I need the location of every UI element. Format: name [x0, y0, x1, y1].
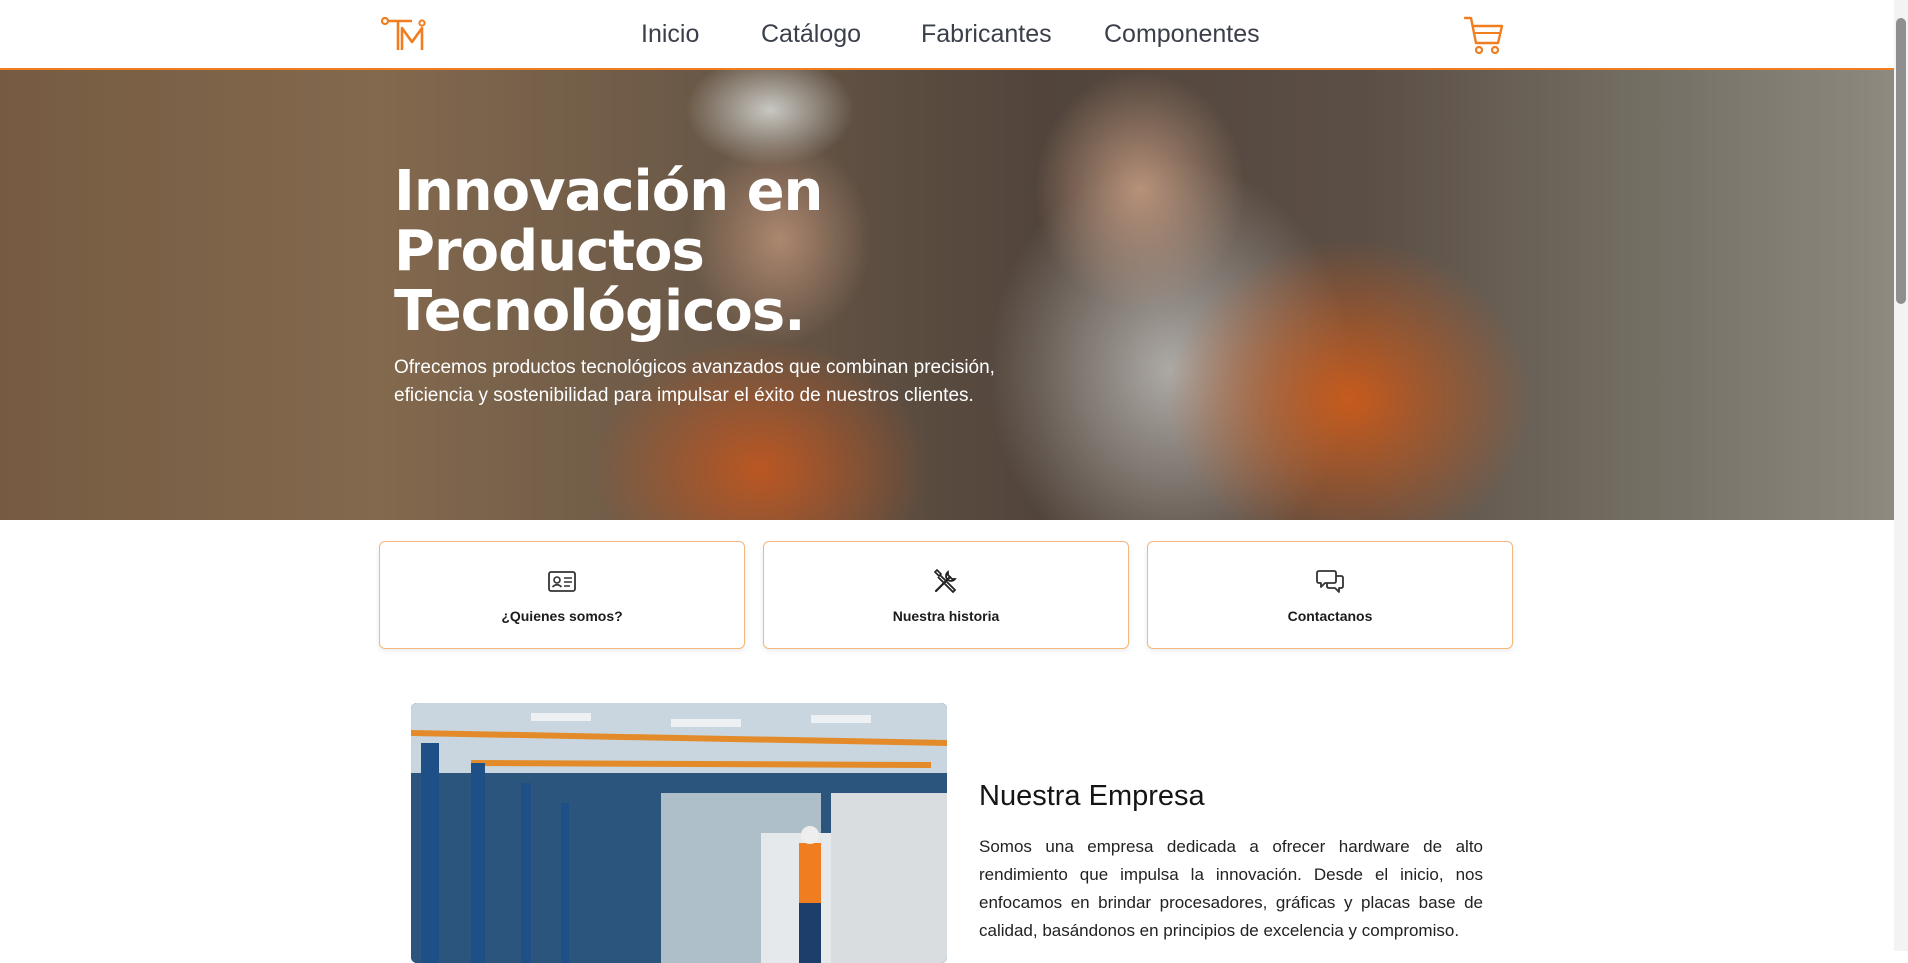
id-card-icon — [548, 571, 576, 592]
card-quienes-somos[interactable]: ¿Quienes somos? — [379, 541, 745, 649]
nav-item-catalogo[interactable]: Catálogo — [761, 20, 861, 49]
nav-item-fabricantes[interactable]: Fabricantes — [921, 20, 1052, 49]
card-label: Contactanos — [1287, 608, 1373, 624]
card-contactanos[interactable]: Contactanos — [1147, 541, 1513, 649]
section-text: Somos una empresa dedicada a ofrecer har… — [979, 837, 1483, 940]
nav-item-componentes[interactable]: Componentes — [1104, 20, 1260, 49]
scrollbar-track[interactable] — [1894, 0, 1908, 951]
site-header: Inicio Catálogo Fabricantes Componentes — [0, 0, 1894, 70]
hero-subtitle: Ofrecemos productos tecnológicos avanzad… — [394, 357, 995, 406]
tools-icon — [933, 568, 957, 594]
factory-image — [411, 703, 947, 963]
chat-icon — [1316, 570, 1344, 593]
hero-banner: Innovación en Productos Tecnológicos. Of… — [0, 70, 1894, 520]
cart-icon[interactable] — [1462, 13, 1506, 57]
card-nuestra-historia[interactable]: Nuestra historia — [763, 541, 1129, 649]
factory-illustration — [411, 703, 947, 963]
card-label: ¿Quienes somos? — [501, 608, 623, 624]
nav-item-inicio[interactable]: Inicio — [641, 20, 699, 49]
main-nav: Inicio Catálogo Fabricantes Componentes — [0, 20, 1894, 54]
hero-title: Innovación en Productos Tecnológicos. — [394, 159, 823, 344]
scrollbar-thumb[interactable] — [1896, 18, 1906, 304]
section-title: Nuestra Empresa — [979, 780, 1205, 812]
card-label: Nuestra historia — [892, 608, 1000, 624]
